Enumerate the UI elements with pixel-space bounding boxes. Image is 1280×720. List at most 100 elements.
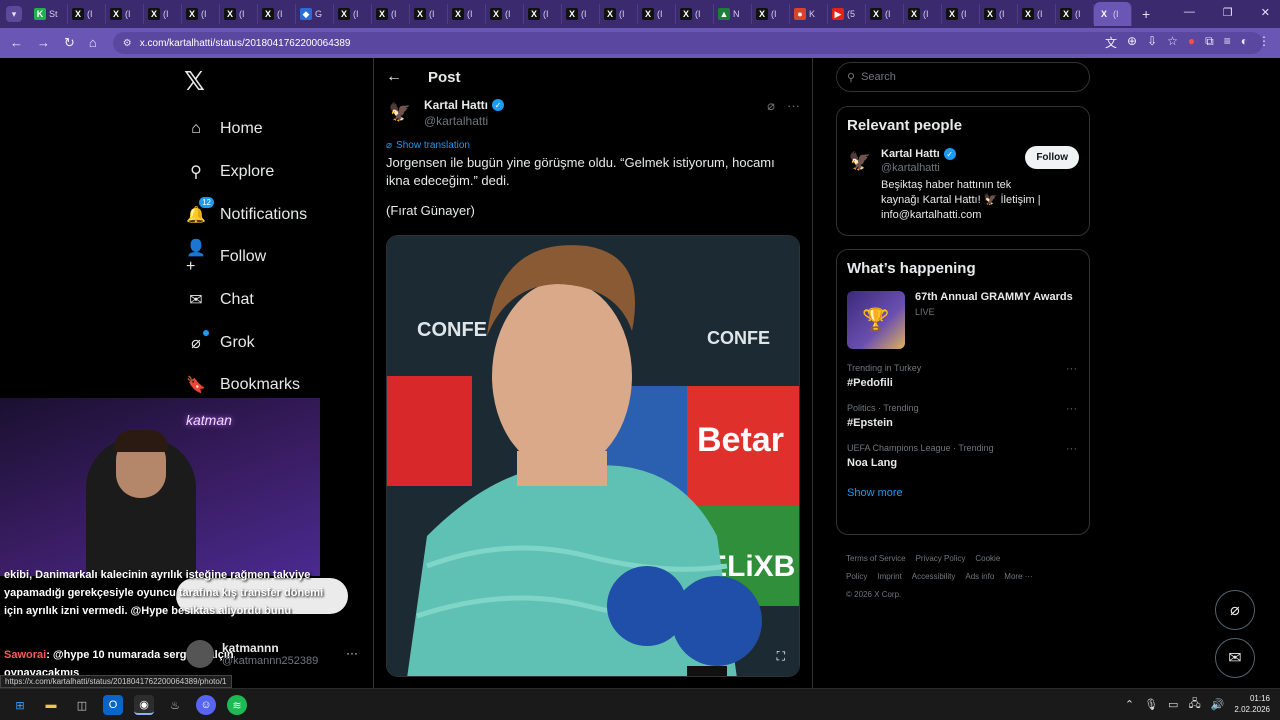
browser-menu-icon[interactable]: ⋮ (1258, 34, 1270, 51)
minimize-icon[interactable]: — (1184, 6, 1195, 19)
browser-tab[interactable]: X (I (866, 4, 904, 24)
nav-item-home[interactable]: ⌂ Home (186, 108, 307, 151)
browser-tab[interactable]: X (I (144, 4, 182, 24)
start-icon[interactable]: ⊞ (10, 695, 30, 715)
search-input[interactable]: ⚲ Search (836, 62, 1090, 92)
nav-item-follow[interactable]: 👤+ Follow (186, 236, 307, 279)
browser-tab[interactable]: X (I (524, 4, 562, 24)
media-icon[interactable]: ≡ (1224, 34, 1231, 51)
trend-more-icon[interactable]: ··· (1066, 443, 1077, 455)
browser-tab[interactable]: X (I (904, 4, 942, 24)
trend-item[interactable]: Politics · Trending #Epstein ··· (847, 403, 1079, 429)
author-avatar[interactable]: 🦅 (386, 98, 414, 126)
nav-item-chat[interactable]: ✉ Chat (186, 279, 307, 322)
footer-link[interactable]: Privacy Policy (916, 554, 966, 563)
trend-more-icon[interactable]: ··· (1066, 403, 1077, 415)
messages-fab-icon[interactable]: ✉ (1215, 638, 1255, 678)
footer-link[interactable]: More ··· (1004, 572, 1032, 581)
clock[interactable]: 01:16 2.02.2026 (1234, 693, 1270, 715)
outlook-icon[interactable]: O (103, 695, 123, 715)
home-icon[interactable]: ⌂ (89, 35, 97, 51)
steam-icon[interactable]: ♨ (165, 695, 185, 715)
browser-tab[interactable]: X (I (182, 4, 220, 24)
trend-item[interactable]: Trending in Turkey #Pedofili ··· (847, 363, 1079, 389)
forward-icon[interactable]: → (37, 35, 50, 51)
browser-tab[interactable]: X (I (372, 4, 410, 24)
restore-icon[interactable]: ❐ (1223, 6, 1233, 19)
tab-search-menu-icon[interactable]: ▾ (6, 6, 22, 22)
author-handle[interactable]: @kartalhatti (424, 114, 504, 128)
tray-chevron-icon[interactable]: ⌃ (1125, 698, 1134, 711)
footer-link[interactable]: Imprint (877, 572, 901, 581)
browser-tab[interactable]: X (I (68, 4, 106, 24)
browser-tab[interactable]: X (I (752, 4, 790, 24)
nav-item-explore[interactable]: ⚲ Explore (186, 151, 307, 194)
browser-tab[interactable]: X (I (486, 4, 524, 24)
nav-item-grok[interactable]: ⌀ Grok (186, 321, 307, 364)
browser-tab[interactable]: X (I (942, 4, 980, 24)
browser-tab[interactable]: X (I (980, 4, 1018, 24)
display-icon[interactable]: ▭ (1168, 698, 1178, 711)
browser-tab[interactable]: X (I (562, 4, 600, 24)
translate-icon[interactable]: 文 (1105, 34, 1117, 51)
trend-item[interactable]: UEFA Champions League · Trending Noa Lang… (847, 443, 1079, 469)
event-item[interactable]: 🏆 67th Annual GRAMMY Awards LIVE (847, 291, 1079, 349)
discord-icon[interactable]: ☺ (196, 695, 216, 715)
chrome-icon[interactable]: ◉ (134, 695, 154, 715)
browser-tab[interactable]: ● K (790, 4, 828, 24)
browser-tab[interactable]: X (I (676, 4, 714, 24)
browser-tab[interactable]: ▶ (5 (828, 4, 866, 24)
back-icon[interactable]: ← (10, 35, 23, 51)
site-info-icon[interactable]: ⚙ (123, 38, 132, 49)
trend-more-icon[interactable]: ··· (1066, 363, 1077, 375)
image-enhance-icon[interactable]: ⛶ (777, 649, 785, 664)
show-translation-link[interactable]: ⌀ Show translation (386, 140, 470, 151)
more-options-icon[interactable]: ··· (787, 98, 800, 114)
browser-tab[interactable]: X (I (1056, 4, 1094, 24)
close-window-icon[interactable]: ✕ (1261, 6, 1270, 19)
zoom-icon[interactable]: ⊕ (1127, 34, 1137, 51)
store-icon[interactable]: ◫ (72, 695, 92, 715)
relevant-avatar[interactable]: 🦅 (847, 148, 873, 174)
bookmark-star-icon[interactable]: ☆ (1167, 34, 1178, 51)
browser-tab[interactable]: X (I (638, 4, 676, 24)
file-explorer-icon[interactable]: ▬ (41, 695, 61, 715)
browser-tab[interactable]: X (I (1094, 2, 1132, 26)
grok-explain-icon[interactable]: ⌀ (767, 98, 775, 114)
footer-link[interactable]: Terms of Service (846, 554, 906, 563)
account-switcher[interactable]: katmannn @katmannn252389 ··· (186, 640, 358, 668)
browser-tab[interactable]: X (I (334, 4, 372, 24)
browser-tab[interactable]: K St (30, 4, 68, 24)
browser-tab[interactable]: X (I (448, 4, 486, 24)
back-arrow-icon[interactable]: ← (386, 68, 402, 86)
browser-tab[interactable]: X (I (220, 4, 258, 24)
network-icon[interactable]: 🖧 (1188, 695, 1200, 714)
reload-icon[interactable]: ↻ (64, 35, 75, 51)
post-image[interactable]: CONFE CONFE Betar ELiXB ⛶ (386, 235, 800, 677)
browser-tab[interactable]: X (I (258, 4, 296, 24)
extensions-icon[interactable]: ⧉ (1205, 34, 1214, 51)
browser-tab[interactable]: X (I (106, 4, 144, 24)
volume-icon[interactable]: 🔊 (1211, 698, 1225, 711)
account-more-icon[interactable]: ··· (346, 646, 358, 660)
browser-tab[interactable]: X (I (600, 4, 638, 24)
spotify-icon[interactable]: ≋ (227, 695, 247, 715)
relevant-person[interactable]: 🦅 Kartal Hattı ✓ @kartalhatti Beşiktaş h… (847, 146, 1079, 223)
footer-link[interactable]: Ads info (965, 572, 994, 581)
x-logo-icon[interactable]: 𝕏 (184, 66, 205, 97)
profile-avatar[interactable]: ◐ (1241, 34, 1248, 51)
install-icon[interactable]: ⇩ (1147, 34, 1157, 51)
grok-fab-icon[interactable]: ⌀ (1215, 590, 1255, 630)
new-tab-button[interactable]: + (1142, 6, 1150, 22)
extension-red-icon[interactable]: ● (1188, 34, 1195, 51)
nav-item-notifications[interactable]: 🔔 12 Notifications (186, 193, 307, 236)
browser-tab[interactable]: ▲ N (714, 4, 752, 24)
browser-tab[interactable]: X (I (410, 4, 448, 24)
address-bar[interactable]: ⚙ x.com/kartalhatti/status/2018041762200… (112, 32, 1263, 54)
follow-button[interactable]: Follow (1025, 146, 1079, 169)
footer-link[interactable]: Accessibility (912, 572, 956, 581)
browser-tab[interactable]: ◆ G (296, 4, 334, 24)
browser-tab[interactable]: X (I (1018, 4, 1056, 24)
author-name-row[interactable]: Kartal Hattı ✓ (424, 98, 505, 112)
microphone-icon[interactable]: 🎙 (1144, 698, 1158, 711)
